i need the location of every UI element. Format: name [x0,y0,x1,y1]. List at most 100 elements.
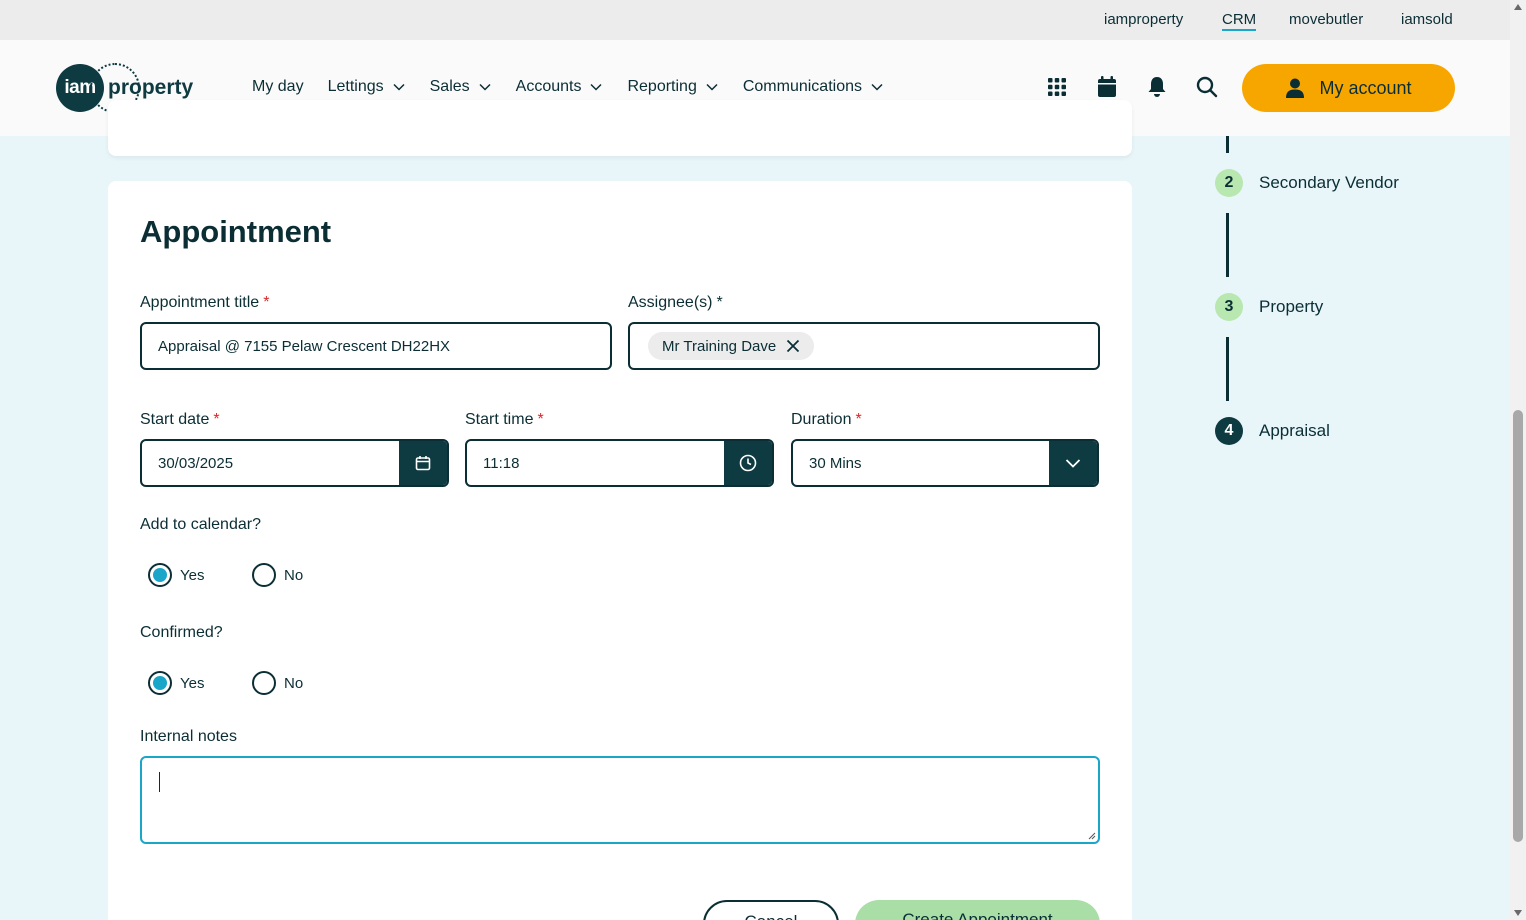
nav-accounts[interactable]: Accounts [516,78,604,96]
header-icons [1046,76,1218,98]
confirmed-no[interactable]: No [252,671,303,695]
step-label: Property [1259,297,1324,316]
start-time-label: Start time * [465,411,544,429]
assignees-label: Assignee(s) * [628,294,723,312]
add-to-calendar-label: Add to calendar? [140,516,261,533]
scroll-up-arrow-icon[interactable] [1514,4,1522,10]
radio-label: Yes [180,674,205,692]
step-secondary-vendor[interactable]: 2 Secondary Vendor [1215,169,1399,197]
resize-handle-icon[interactable] [1088,832,1096,840]
step-number: 4 [1215,417,1243,445]
appointment-title-label: Appointment title * [140,294,269,312]
appointment-title-input[interactable]: Appraisal @ 7155 Pelaw Crescent DH22HX [140,322,612,370]
required-marker: * [855,411,862,428]
add-to-calendar-yes[interactable]: Yes [148,563,204,587]
bell-icon[interactable] [1146,76,1168,98]
time-picker-button[interactable] [724,441,772,485]
step-number: 3 [1215,293,1243,321]
internal-notes-textarea[interactable] [140,756,1100,844]
chevron-down-icon [393,83,405,91]
nav-label: Accounts [515,78,582,95]
my-account-label: My account [1319,77,1412,98]
step-appraisal[interactable]: 4 Appraisal [1215,417,1330,445]
logo-word: property [108,76,194,99]
radio-button[interactable] [148,671,172,695]
step-number: 2 [1215,169,1243,197]
confirmed-yes[interactable]: Yes [148,671,204,695]
duration-value: 30 Mins [809,454,862,472]
confirmed-label: Confirmed? [140,624,223,641]
nav-label: Reporting [627,78,697,95]
my-account-button[interactable]: My account [1242,64,1455,112]
internal-notes-label: Internal notes [140,728,237,745]
main-nav: My day Lettings Sales Accounts Reporting… [252,78,908,96]
radio-label: No [284,674,304,692]
required-marker: * [213,411,220,428]
nav-label: Lettings [327,78,384,95]
assignee-chip-label: Mr Training Dave [662,337,777,355]
required-marker: * [263,294,270,311]
radio-button[interactable] [252,563,276,587]
step-label: Secondary Vendor [1259,173,1399,192]
cancel-button-label: Cancel [745,912,798,920]
required-marker: * [716,294,723,311]
add-to-calendar-no[interactable]: No [252,563,303,587]
nav-sales[interactable]: Sales [430,78,492,96]
required-marker: * [537,411,544,428]
link-iamproperty[interactable]: iamproperty [1104,11,1183,28]
calendar-icon[interactable] [1096,76,1118,98]
appointment-title-value: Appraisal @ 7155 Pelaw Crescent DH22HX [158,337,451,355]
step-property[interactable]: 3 Property [1215,293,1323,321]
chevron-down-icon [479,83,491,91]
link-crm[interactable]: CRM [1222,11,1257,31]
label-text: Appointment title [140,294,260,311]
start-time-input[interactable]: 11:18 [465,439,774,487]
scroll-down-arrow-icon[interactable] [1514,910,1522,916]
start-time-value: 11:18 [483,454,520,472]
label-text: Start time [465,411,534,428]
nav-my-day[interactable]: My day [252,78,304,96]
section-title: Appointment [140,214,332,249]
radio-label: Yes [180,566,205,584]
nav-reporting[interactable]: Reporting [627,78,718,96]
step-connector [1226,337,1229,401]
assignee-chip: Mr Training Dave [648,332,815,360]
nav-lettings[interactable]: Lettings [328,78,406,96]
assignees-input[interactable]: Mr Training Dave [628,322,1100,370]
start-date-input[interactable]: 30/03/2025 [140,439,449,487]
step-connector [1226,136,1229,153]
apps-grid-icon[interactable] [1046,76,1068,98]
utility-bar: iamproperty CRM movebutler iamsold [0,0,1510,40]
nav-communications[interactable]: Communications [743,78,884,96]
user-icon [1286,78,1305,98]
chevron-down-icon [1065,459,1081,468]
create-appointment-label: Create Appointment [902,910,1053,920]
chevron-down-icon [706,83,718,91]
clock-icon [739,454,757,472]
calendar-icon [415,456,431,471]
label-text: Start date [140,411,210,428]
cancel-button[interactable]: Cancel [703,900,839,920]
chevron-down-icon [590,83,602,91]
calendar-picker-button[interactable] [399,441,447,485]
radio-button[interactable] [148,563,172,587]
scrollbar-thumb[interactable] [1513,410,1523,842]
close-icon[interactable] [786,339,800,353]
start-date-value: 30/03/2025 [158,454,234,472]
nav-label: Sales [429,78,470,95]
radio-button[interactable] [252,671,276,695]
search-icon[interactable] [1196,76,1218,98]
link-iamsold[interactable]: iamsold [1401,11,1453,28]
duration-label: Duration * [791,411,862,429]
duration-dropdown-toggle[interactable] [1049,441,1097,485]
start-date-label: Start date * [140,411,220,429]
link-movebutler[interactable]: movebutler [1289,11,1363,28]
radio-label: No [284,566,304,584]
nav-label: Communications [742,78,862,95]
chevron-down-icon [871,83,883,91]
create-appointment-button[interactable]: Create Appointment [855,900,1100,920]
nav-label: My day [252,78,304,95]
duration-select[interactable]: 30 Mins [791,439,1099,487]
page-scrollbar[interactable] [1510,0,1526,920]
step-label: Appraisal [1259,421,1330,440]
